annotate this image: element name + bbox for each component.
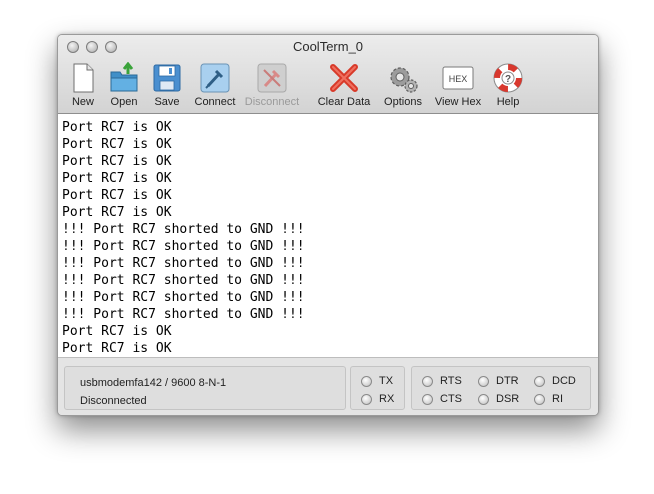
clear-data-button[interactable]: Clear Data	[314, 62, 374, 110]
disconnect-label: Disconnect	[244, 96, 300, 108]
disconnect-plug-icon	[257, 63, 287, 93]
terminal-line: Port RC7 is OK	[62, 171, 172, 186]
connect-plug-icon	[200, 63, 230, 93]
help-label: Help	[496, 96, 520, 108]
cts-label: CTS	[440, 393, 462, 405]
terminal-line: Port RC7 is OK	[62, 324, 172, 339]
hex-icon: HEX	[442, 66, 474, 90]
status-bar: usbmodemfa142 / 9600 8-N-1 Disconnected …	[58, 357, 598, 415]
tx-indicator-led	[361, 376, 372, 387]
dsr-indicator-led	[478, 394, 489, 405]
port-settings-text: usbmodemfa142 / 9600 8-N-1	[80, 377, 227, 389]
clear-data-label: Clear Data	[317, 96, 371, 108]
terminal-output[interactable]: Port RC7 is OK Port RC7 is OK Port RC7 i…	[58, 114, 598, 357]
tx-label: TX	[379, 375, 394, 387]
terminal-line: Port RC7 is OK	[62, 120, 172, 135]
terminal-line: Port RC7 is OK	[62, 205, 172, 220]
terminal-line: Port RC7 is OK	[62, 137, 172, 152]
clear-x-icon	[330, 64, 358, 92]
rts-label: RTS	[440, 375, 462, 387]
hex-icon-text: HEX	[449, 74, 468, 84]
rx-indicator-led	[361, 394, 372, 405]
save-disk-icon	[153, 64, 181, 92]
terminal-line: !!! Port RC7 shorted to GND !!!	[62, 273, 305, 288]
help-lifebuoy-icon: ?	[493, 63, 523, 93]
dtr-label: DTR	[496, 375, 519, 387]
dcd-label: DCD	[552, 375, 576, 387]
terminal-line: Port RC7 is OK	[62, 341, 172, 356]
connection-info-panel: usbmodemfa142 / 9600 8-N-1 Disconnected	[64, 366, 346, 410]
gears-icon	[390, 67, 418, 93]
coolterm-window: CoolTerm_0 New Open Save Connect Disconn…	[57, 34, 599, 416]
terminal-line: !!! Port RC7 shorted to GND !!!	[62, 256, 305, 271]
terminal-line: !!! Port RC7 shorted to GND !!!	[62, 307, 305, 322]
connect-button[interactable]: Connect	[185, 62, 245, 110]
title-toolbar-area: CoolTerm_0 New Open Save Connect Disconn…	[58, 35, 598, 114]
help-button[interactable]: ? Help	[478, 62, 538, 110]
connect-label: Connect	[194, 96, 236, 108]
terminal-line: !!! Port RC7 shorted to GND !!!	[62, 239, 305, 254]
terminal-line: !!! Port RC7 shorted to GND !!!	[62, 222, 305, 237]
open-folder-icon	[110, 62, 138, 92]
dcd-indicator-led	[534, 376, 545, 387]
terminal-line: !!! Port RC7 shorted to GND !!!	[62, 290, 305, 305]
window-title: CoolTerm_0	[292, 39, 364, 54]
tx-rx-panel: TX RX	[350, 366, 405, 410]
ri-label: RI	[552, 393, 563, 405]
connection-status-text: Disconnected	[80, 395, 147, 407]
terminal-line: Port RC7 is OK	[62, 154, 172, 169]
disconnect-button[interactable]: Disconnect	[242, 62, 302, 110]
dsr-label: DSR	[496, 393, 520, 405]
options-button[interactable]: Options	[373, 62, 433, 110]
cts-indicator-led	[422, 394, 433, 405]
rts-indicator-led	[422, 376, 433, 387]
svg-text:?: ?	[505, 74, 511, 85]
rx-label: RX	[379, 393, 395, 405]
signal-lines-panel: RTS CTS DTR DSR DCD RI	[411, 366, 591, 410]
terminal-line: Port RC7 is OK	[62, 188, 172, 203]
options-label: Options	[384, 96, 422, 108]
dtr-indicator-led	[478, 376, 489, 387]
ri-indicator-led	[534, 394, 545, 405]
